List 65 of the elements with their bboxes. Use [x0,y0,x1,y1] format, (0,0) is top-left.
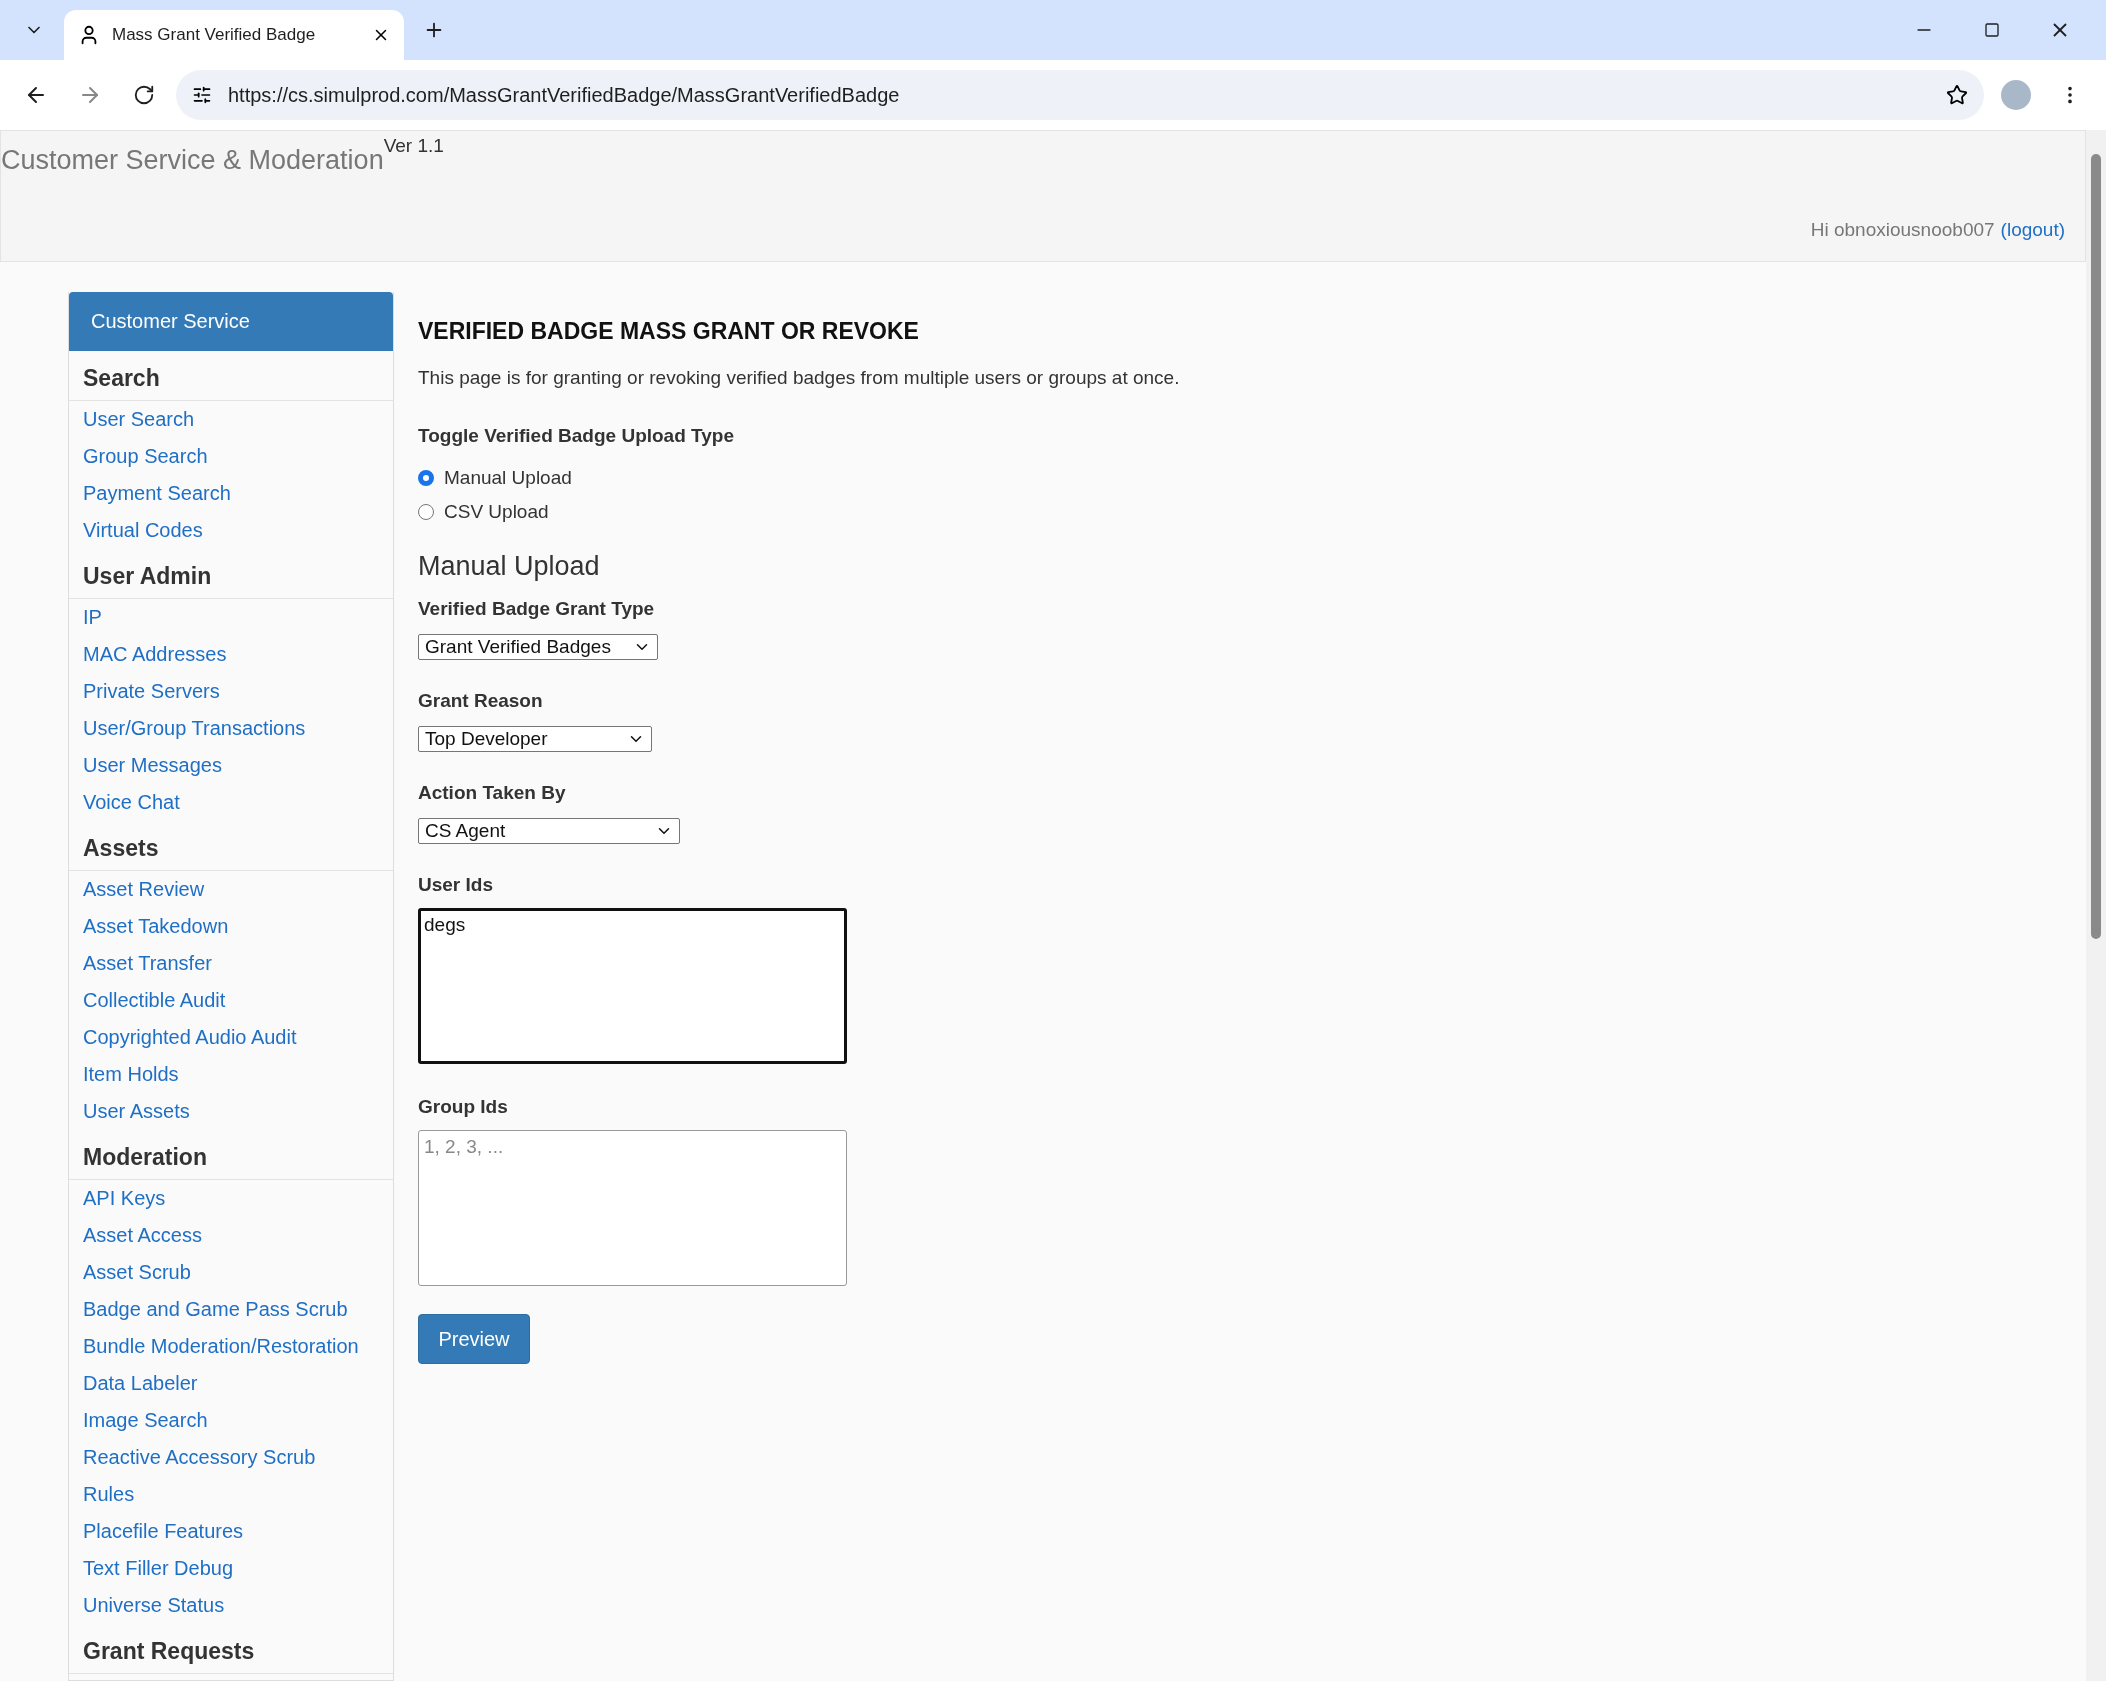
radio-option[interactable]: CSV Upload [418,501,1180,523]
browser-tab[interactable]: Mass Grant Verified Badge [64,10,404,60]
sidebar-section-heading: Search [69,351,393,401]
sidebar-link[interactable]: Image Search [69,1402,393,1439]
field-label: Toggle Verified Badge Upload Type [418,425,735,447]
field-label: Grant Reason [418,690,544,712]
sidebar-link[interactable]: Data Labeler [69,1365,393,1402]
sidebar-link[interactable]: API Keys [69,1180,393,1217]
logout-link[interactable]: (logout) [2000,219,2065,241]
sidebar-link[interactable]: User Messages [69,747,393,784]
dropdown-select[interactable]: Top Developer [418,726,652,752]
page-title: VERIFIED BADGE MASS GRANT OR REVOKE [418,318,920,345]
radio-button[interactable] [418,504,434,520]
sidebar-link[interactable]: Private Servers [69,673,393,710]
sidebar-link[interactable]: Placefile Features [69,1513,393,1550]
sidebar-link[interactable]: User Search [69,401,393,438]
sidebar-link[interactable]: Reactive Accessory Scrub [69,1439,393,1476]
bookmark-star-icon[interactable] [1946,84,1968,106]
sidebar-link[interactable]: Payment Search [69,475,393,512]
radio-button[interactable] [418,470,434,486]
sidebar-link[interactable]: Bundle Moderation/Restoration [69,1328,393,1365]
field-label: Group Ids [418,1096,509,1118]
maximize-icon[interactable] [1984,22,2000,38]
sidebar-link[interactable]: Asset Access [69,1217,393,1254]
dropdown-select[interactable]: CS Agent [418,818,680,844]
site-title: Customer Service & Moderation [1,145,384,176]
field-label: Action Taken By [418,782,567,804]
dropdown-select[interactable]: Grant Verified Badges [418,634,658,660]
sidebar-section-heading: User Admin [69,549,393,599]
sidebar-link[interactable]: MAC Addresses [69,636,393,673]
sidebar-link[interactable]: Badge and Game Pass Scrub [69,1291,393,1328]
sidebar-link[interactable]: User/Group Transactions [69,710,393,747]
sidebar-link[interactable]: User Assets [69,1093,393,1130]
preview-button[interactable]: Preview [418,1314,530,1364]
sidebar-link[interactable]: Asset Review [69,871,393,908]
page-description: This page is for granting or revoking verified badges from multiple users or groups at once. [418,367,1180,389]
section-title: Manual Upload [418,551,601,582]
field-label: User Ids [418,874,494,896]
sidebar-title: Customer Service [69,292,393,351]
sidebar-link[interactable]: Rules [69,1476,393,1513]
version-label: Ver 1.1 [383,135,444,157]
scrollbar[interactable] [2086,130,2106,1681]
sidebar-link[interactable]: Asset Scrub [69,1254,393,1291]
sidebar-link[interactable]: Virtual Codes [69,512,393,549]
radio-option[interactable]: Manual Upload [418,467,1180,489]
sidebar-link[interactable]: Voice Chat [69,784,393,821]
text-area[interactable]: 1, 2, 3, ... [418,1130,847,1286]
sidebar-link[interactable]: Universe Status [69,1587,393,1624]
sidebar-link[interactable]: Collectible Audit [69,982,393,1019]
sidebar-link[interactable]: Asset Transfer [69,945,393,982]
sidebar-section-heading: Grant Requests [69,1624,393,1674]
sidebar-section-heading: Moderation [69,1130,393,1180]
text-area[interactable]: degs [418,908,847,1064]
site-settings-icon[interactable] [192,85,212,105]
sidebar-link[interactable]: Group Search [69,438,393,475]
sidebar-link[interactable]: Asset Takedown [69,908,393,945]
field-label: Verified Badge Grant Type [418,598,656,620]
sidebar-link[interactable]: Text Filler Debug [69,1550,393,1587]
address-bar[interactable]: https://cs.simulprod.com/MassGrantVerifiedBadge/MassGrantVerifiedBadge [176,70,1984,120]
sidebar-link[interactable]: Copyrighted Audio Audit [69,1019,393,1056]
reload-icon[interactable] [133,84,155,106]
sidebar-section-heading: Assets [69,821,393,871]
sidebar-link[interactable]: IP [69,599,393,636]
greeting-text: Hi obnoxiousnoob007 [1810,219,1995,241]
sidebar-link[interactable]: Item Holds [69,1056,393,1093]
